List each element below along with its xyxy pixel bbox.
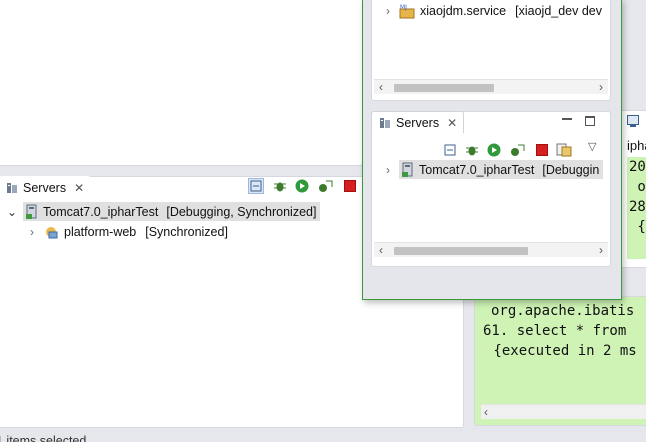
scroll-left-arrow-icon[interactable]: ‹ [484,405,488,419]
server-name: Tomcat7.0_ipharTest [419,162,535,177]
module-name: platform-web [64,224,137,239]
close-icon[interactable]: ✕ [447,116,457,130]
status-bar-text: 1 items selected [0,434,87,442]
module-row-back[interactable]: › platform-web [Synchronized] [26,222,228,241]
tab-servers-label: Servers [23,180,67,195]
server-name: Tomcat7.0_ipharTest [43,204,159,219]
scroll-thumb[interactable] [394,84,494,92]
console-back-hscroll[interactable]: ‹ [481,404,646,419]
console-tab-label: ipha [627,138,646,153]
scroll-left-arrow-icon[interactable]: ‹ [379,80,383,94]
server-state: [Debuggin [542,162,600,177]
console-icon [627,115,639,127]
collapse-all-icon[interactable] [248,178,264,194]
web-module-icon [43,224,59,240]
tomcat-server-icon [401,162,415,178]
servers-panel-hscroll[interactable]: ‹ › [374,242,608,257]
console-line: org.apache.ibatis [491,303,635,319]
scroll-left-arrow-icon[interactable]: ‹ [379,243,383,257]
start-icon[interactable] [294,178,310,194]
close-icon[interactable]: ✕ [74,181,84,195]
view-menu-icon[interactable]: ▽ [588,140,596,153]
console-line: 28 [629,199,646,215]
debug-icon[interactable] [272,178,288,194]
chevron-right-icon[interactable]: › [382,163,394,177]
scroll-right-arrow-icon[interactable]: › [599,80,603,94]
tab-servers-label: Servers [396,115,440,130]
servers-icon [5,181,19,195]
top-left-editor-area [0,0,364,166]
scroll-thumb[interactable] [394,247,528,255]
server-row-selection: Tomcat7.0_ipharTest [Debuggin [399,160,604,179]
tab-servers-back[interactable]: Servers ✕ [0,176,92,198]
tree-item-extra: [xiaojd_dev dev [515,4,603,18]
maximize-icon[interactable] [585,116,595,126]
tree-item-service[interactable]: › MJ xiaojdm.service [xiaojd_dev dev [382,2,602,20]
stop-icon[interactable] [534,142,550,158]
svg-text:MJ: MJ [400,4,407,11]
tomcat-server-icon [25,204,39,220]
module-state: [Synchronized] [145,224,228,239]
console-line: 61. select * from [483,323,627,339]
top-panel-hscroll[interactable]: ‹ › [374,79,608,94]
console-line: o [629,179,646,195]
console-line: {executed in 2 ms [485,343,637,359]
chevron-right-icon[interactable]: › [382,4,394,18]
collapse-all-icon[interactable] [442,142,458,158]
console-line: 20 [629,159,646,175]
tab-servers-floating[interactable]: Servers ✕ [371,111,465,133]
tree-item-name: xiaojdm.service [420,4,507,18]
console-tab[interactable] [627,115,639,127]
right-console-panel: ipha 20 o 28 { [620,110,646,268]
minimize-icon[interactable] [562,118,572,120]
console-line: { [629,219,646,235]
server-row-floating[interactable]: › Tomcat7.0_ipharTest [Debuggin [382,160,604,179]
publish-icon[interactable] [556,142,572,158]
maven-project-icon: MJ [399,3,415,19]
debug-icon[interactable] [464,142,480,158]
floating-window: › MJ xiaojdm.service [xiaojd_dev dev ‹ ›… [362,0,622,300]
chevron-right-icon[interactable]: › [26,225,38,239]
server-state: [Debugging, Synchronized] [166,204,317,219]
servers-icon [378,116,392,130]
chevron-down-icon[interactable]: ⌄ [6,205,18,219]
profile-icon[interactable] [318,178,334,194]
stop-icon[interactable] [342,178,358,194]
floating-top-panel: › MJ xiaojdm.service [xiaojd_dev dev ‹ › [371,0,611,101]
server-row-back[interactable]: ⌄ Tomcat7.0_ipharTest [Debugging, Synchr… [6,202,321,221]
scroll-right-arrow-icon[interactable]: › [599,243,603,257]
right-console-output: 20 o 28 { [627,157,646,259]
server-row-selection: Tomcat7.0_ipharTest [Debugging, Synchron… [23,202,321,221]
start-icon[interactable] [486,142,502,158]
floating-servers-panel: Servers ✕ ▽ › Tomcat7.0_ipharTest [Debug… [371,111,611,267]
profile-icon[interactable] [510,142,526,158]
